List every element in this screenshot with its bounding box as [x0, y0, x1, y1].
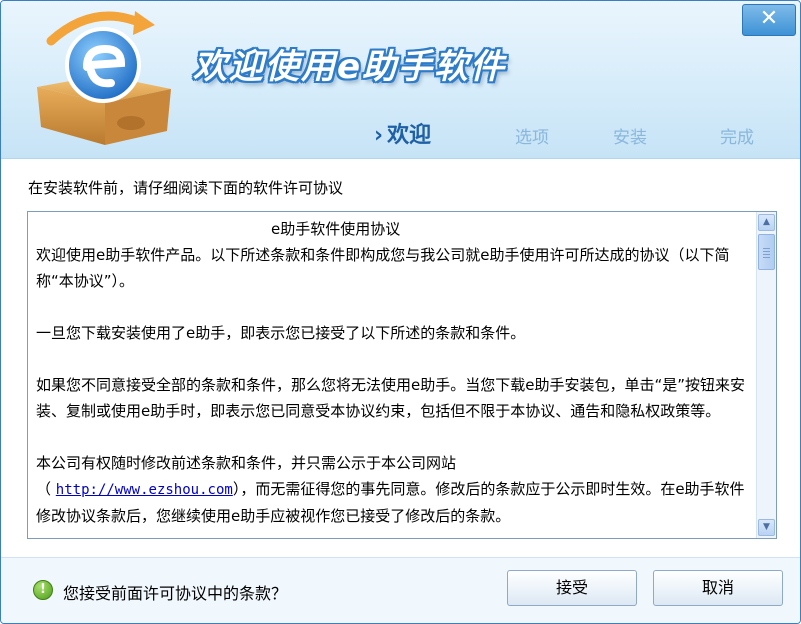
license-scrollbar[interactable]: ▲ ▼ [756, 212, 776, 538]
step-indicator: › 欢迎 选项 安装 完成 [1, 117, 800, 149]
license-title: e助手软件使用协议 [271, 220, 401, 238]
website-link[interactable]: http://www.ezshou.com [56, 482, 233, 498]
chevron-down-icon: ▼ [763, 522, 770, 532]
license-textbox[interactable]: e助手软件使用协议 欢迎使用e助手软件产品。以下所述条款和条件即构成您与我公司就… [27, 211, 777, 539]
close-icon: ✕ [759, 6, 779, 31]
license-paragraph: 欢迎使用e助手软件产品。以下所述条款和条件即构成您与我公司就e助手使用许可所达成… [36, 246, 730, 290]
footer-bar: ! 您接受前面许可协议中的条款？ 接受 取消 [1, 557, 800, 623]
license-paragraph: 一旦您下载安装使用了e助手，即表示您已接受了以下所述的条款和条件。 [36, 324, 526, 342]
installer-window: 欢迎使用e助手软件 ✕ › 欢迎 选项 安装 完成 在安装软件前，请仔细阅读下面的… [0, 0, 801, 624]
scroll-up-button[interactable]: ▲ [758, 214, 775, 231]
scroll-down-button[interactable]: ▼ [758, 519, 775, 536]
accept-button[interactable]: 接受 [507, 570, 637, 606]
license-text-span: 本公司有权随时修改前述条款和条件，并只需公示于本公司网站 [36, 454, 457, 472]
license-paragraph: 如果您不同意接受全部的条款和条件，那么您将无法使用e助手。当您下载e助手安装包，… [36, 376, 746, 420]
chevron-up-icon: ▲ [763, 217, 770, 227]
license-paragraph: 本公司有权随时修改前述条款和条件，并只需公示于本公司网站 （ http://ww… [36, 450, 758, 529]
step-welcome: › 欢迎 [374, 117, 431, 149]
license-content: e助手软件使用协议 欢迎使用e助手软件产品。以下所述条款和条件即构成您与我公司就… [36, 216, 758, 534]
step-install: 安装 [613, 128, 647, 148]
step-options: 选项 [515, 128, 549, 148]
header-banner: 欢迎使用e助手软件 ✕ › 欢迎 选项 安装 完成 [1, 1, 800, 159]
close-button[interactable]: ✕ [742, 4, 796, 36]
info-icon: ! [33, 580, 53, 600]
step-finish: 完成 [720, 128, 754, 148]
scroll-thumb[interactable] [758, 234, 775, 270]
cancel-button[interactable]: 取消 [653, 570, 783, 606]
license-text-span: （ [36, 480, 52, 498]
accept-question: 您接受前面许可协议中的条款？ [63, 584, 288, 603]
step-label: 欢迎 [387, 123, 432, 148]
intro-text: 在安装软件前，请仔细阅读下面的软件许可协议 [28, 179, 344, 197]
step-arrow-icon: › [374, 123, 384, 148]
window-title: 欢迎使用e助手软件 [193, 47, 507, 87]
